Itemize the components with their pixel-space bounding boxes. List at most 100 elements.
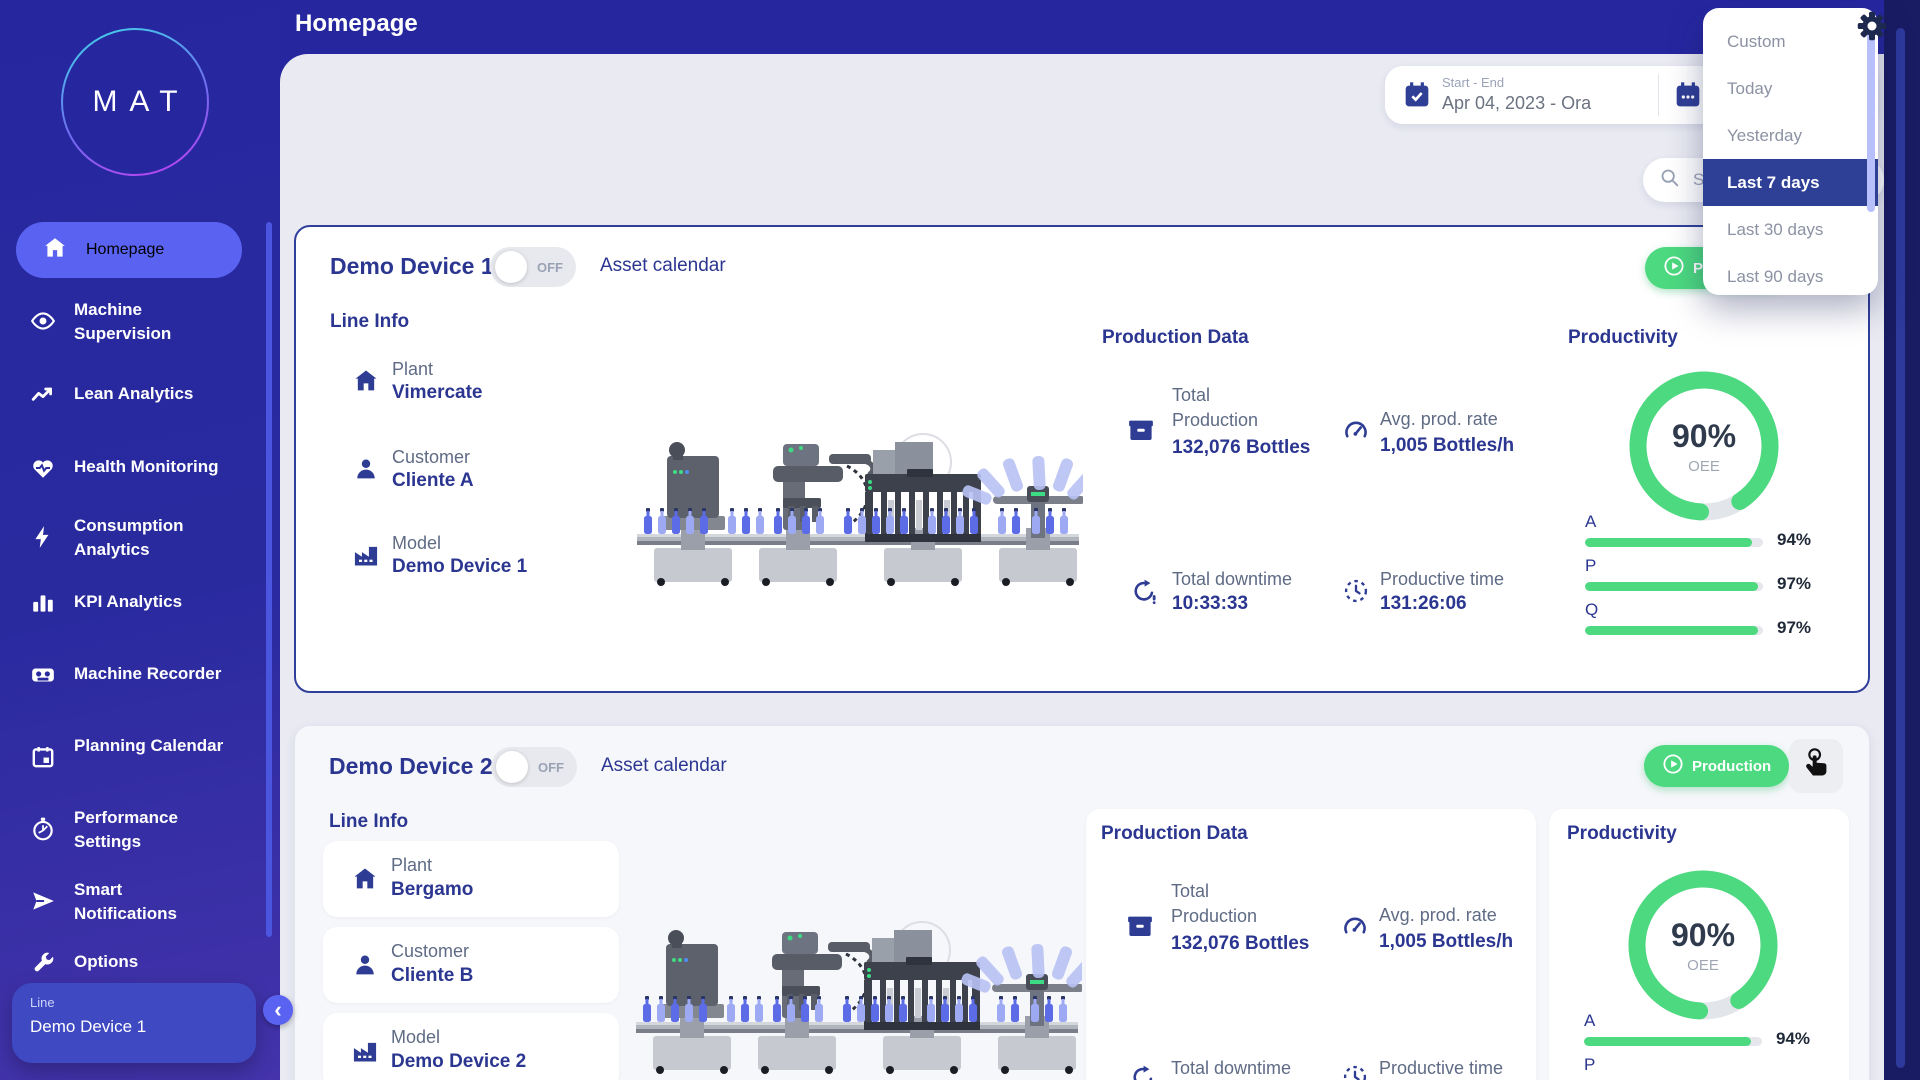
sidebar-item-performance-settings[interactable]: Performance Settings bbox=[30, 806, 224, 854]
bar-label-p: P bbox=[1584, 1055, 1595, 1075]
bar-q bbox=[1585, 626, 1763, 635]
sidebar-item-health-monitoring[interactable]: Health Monitoring bbox=[30, 455, 218, 481]
tooltip-value: Demo Device 1 bbox=[30, 1017, 146, 1037]
toggle-knob bbox=[495, 251, 527, 283]
sidebar-item-planning-calendar[interactable]: Planning Calendar bbox=[30, 734, 224, 770]
downtime-label: Total downtime bbox=[1172, 567, 1292, 592]
stopwatch-icon bbox=[30, 816, 56, 842]
sidebar-item-consumption-analytics[interactable]: Consumption Analytics bbox=[30, 514, 224, 562]
sidebar-item-machine-supervision[interactable]: Machine Supervision bbox=[30, 298, 224, 346]
dropdown-item-yesterday[interactable]: Yesterday bbox=[1703, 112, 1878, 159]
productive-label: Productive time bbox=[1379, 1056, 1503, 1080]
bar-value-a: 94% bbox=[1776, 1029, 1810, 1049]
model-label: Model bbox=[391, 1027, 440, 1048]
device-toggle[interactable]: OFF bbox=[490, 247, 576, 287]
bar-label-a: A bbox=[1584, 1011, 1595, 1031]
info-row-customer: Customer Cliente B bbox=[323, 927, 619, 1003]
sidebar-item-label: Planning Calendar bbox=[74, 734, 224, 758]
bolt-icon bbox=[30, 524, 56, 550]
customer-icon bbox=[351, 951, 379, 984]
sidebar-item-kpi-analytics[interactable]: KPI Analytics bbox=[30, 590, 182, 616]
sidebar-item-label: Options bbox=[74, 950, 138, 974]
bar-label-p: P bbox=[1585, 556, 1596, 576]
dropdown-item-today[interactable]: Today bbox=[1703, 65, 1878, 112]
line-info-title: Line Info bbox=[329, 811, 408, 833]
page-scrollbar-thumb[interactable] bbox=[1896, 28, 1905, 1068]
plant-value: Vimercate bbox=[392, 382, 483, 404]
dropdown-scrollbar-thumb[interactable] bbox=[1867, 22, 1875, 212]
model-label: Model bbox=[392, 533, 441, 554]
bar-a bbox=[1584, 1037, 1762, 1046]
bar-label-q: Q bbox=[1585, 600, 1598, 620]
production-status-label: Production bbox=[1692, 758, 1771, 775]
avg-rate-label: Avg. prod. rate bbox=[1380, 407, 1498, 432]
total-production-label: Total Production bbox=[1171, 879, 1291, 929]
box-icon bbox=[1125, 911, 1155, 946]
info-row-model: Model Demo Device 2 bbox=[323, 1013, 619, 1080]
dropdown-item-last-90-days[interactable]: Last 90 days bbox=[1703, 253, 1878, 295]
divider bbox=[1658, 74, 1659, 116]
production-data-title: Production Data bbox=[1101, 823, 1248, 845]
sidebar-item-smart-notifications[interactable]: Smart Notifications bbox=[30, 878, 224, 926]
sidebar-item-lean-analytics[interactable]: Lean Analytics bbox=[30, 382, 193, 408]
customer-label: Customer bbox=[391, 941, 469, 962]
customer-value: Cliente B bbox=[391, 965, 473, 987]
oee-value: 90% bbox=[1615, 917, 1791, 954]
machine-illustration bbox=[631, 904, 1083, 1074]
total-production-label: Total Production bbox=[1172, 383, 1292, 433]
calendar-icon bbox=[30, 744, 56, 770]
plant-label: Plant bbox=[392, 359, 433, 380]
play-circle-icon bbox=[1662, 753, 1684, 779]
oee-label: OEE bbox=[1616, 458, 1792, 475]
line-info-title: Line Info bbox=[330, 311, 409, 333]
oee-gauge: 90% OEE bbox=[1616, 358, 1792, 534]
dropdown-item-custom[interactable]: Custom bbox=[1703, 18, 1878, 65]
settings-gear-icon[interactable] bbox=[1854, 8, 1890, 44]
wrench-icon bbox=[30, 950, 56, 976]
device-card-demo-device-1: Demo Device 1 OFF Asset calendar Product… bbox=[294, 225, 1870, 693]
eye-icon bbox=[30, 308, 56, 334]
dropdown-item-last-7-days[interactable]: Last 7 days bbox=[1703, 159, 1878, 206]
sidebar-item-options[interactable]: Options bbox=[30, 950, 138, 976]
line-tooltip: Line Demo Device 1 bbox=[12, 983, 256, 1063]
dropdown-item-last-30-days[interactable]: Last 30 days bbox=[1703, 206, 1878, 253]
toggle-state-label: OFF bbox=[537, 260, 563, 275]
productive-value: 131:26:06 bbox=[1380, 593, 1467, 615]
asset-calendar-link[interactable]: Asset calendar bbox=[601, 755, 727, 777]
downtime-label: Total downtime bbox=[1171, 1056, 1291, 1080]
avg-rate-label: Avg. prod. rate bbox=[1379, 903, 1497, 928]
search-icon bbox=[1659, 167, 1681, 194]
machine-illustration bbox=[632, 416, 1084, 586]
sidebar-item-label: Performance Settings bbox=[74, 806, 224, 854]
clock-dashed-icon bbox=[1341, 1063, 1369, 1080]
oee-value: 90% bbox=[1616, 418, 1792, 455]
date-range-label: Start - End bbox=[1442, 75, 1504, 90]
sidebar-scrollbar-thumb[interactable] bbox=[266, 222, 272, 937]
factory-icon bbox=[351, 1037, 379, 1070]
hand-cursor-icon bbox=[1800, 748, 1832, 785]
bar-p bbox=[1585, 582, 1763, 591]
bar-value-a: 94% bbox=[1777, 530, 1811, 550]
asset-calendar-link[interactable]: Asset calendar bbox=[600, 255, 726, 277]
plant-value: Bergamo bbox=[391, 879, 473, 901]
pointer-button[interactable] bbox=[1789, 739, 1843, 793]
logo-text: MAT bbox=[80, 85, 189, 119]
sidebar-item-homepage[interactable]: Homepage bbox=[16, 222, 242, 278]
sidebar-collapse-button[interactable]: ‹ bbox=[263, 995, 293, 1025]
speedometer-icon bbox=[1342, 417, 1370, 450]
production-status-button[interactable]: Production bbox=[1644, 745, 1789, 787]
downtime-icon bbox=[1130, 577, 1158, 610]
tooltip-label: Line bbox=[30, 995, 55, 1010]
total-production-value: 132,076 Bottles bbox=[1172, 437, 1310, 459]
toggle-knob bbox=[496, 751, 528, 783]
calendar-dots-icon[interactable] bbox=[1672, 79, 1704, 116]
home-icon bbox=[42, 235, 68, 266]
sidebar-item-machine-recorder[interactable]: Machine Recorder bbox=[30, 662, 221, 688]
device-name: Demo Device 2 bbox=[329, 753, 493, 780]
logo: MAT bbox=[61, 28, 209, 176]
productivity-title: Productivity bbox=[1567, 823, 1677, 845]
model-value: Demo Device 2 bbox=[391, 1051, 526, 1073]
plant-icon bbox=[351, 865, 379, 898]
info-row-plant: Plant Bergamo bbox=[323, 841, 619, 917]
device-toggle[interactable]: OFF bbox=[491, 747, 577, 787]
